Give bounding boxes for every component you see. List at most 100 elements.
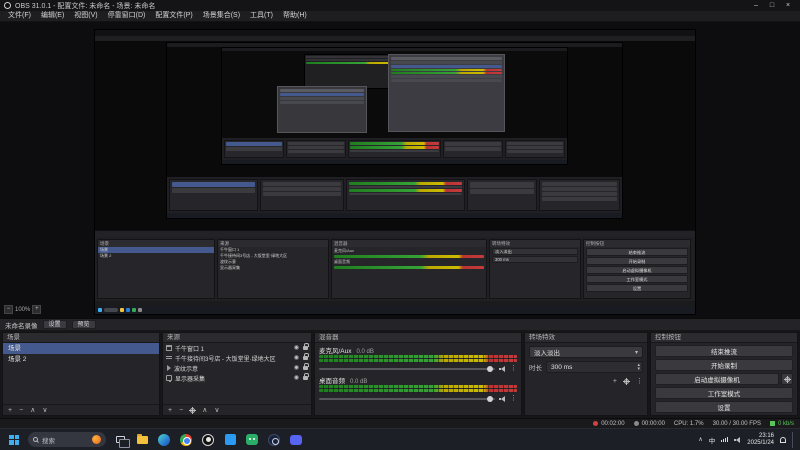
discord-icon xyxy=(290,434,302,445)
sources-dock-title[interactable]: 来源 xyxy=(163,333,311,343)
chrome-button[interactable] xyxy=(178,432,194,448)
menu-scene-collection[interactable]: 场景集合(S) xyxy=(198,11,245,21)
mini-row xyxy=(262,182,342,186)
notification-bell-icon[interactable] xyxy=(780,436,786,443)
menu-profile[interactable]: 配置文件(P) xyxy=(150,11,197,21)
network-icon[interactable] xyxy=(721,437,729,442)
menu-tools[interactable]: 工具(T) xyxy=(245,11,278,21)
menu-view[interactable]: 视图(V) xyxy=(69,11,102,21)
record-button[interactable]: 开始录制 xyxy=(655,359,793,371)
live-dot-icon xyxy=(593,421,599,426)
minimize-button[interactable]: – xyxy=(748,0,764,11)
obs-taskbar-button[interactable] xyxy=(200,432,216,448)
zoom-out-icon[interactable]: − xyxy=(4,305,13,314)
task-view-button[interactable] xyxy=(112,432,130,448)
move-source-down-icon[interactable]: ∨ xyxy=(214,406,219,415)
menu-docks[interactable]: 停靠窗口(D) xyxy=(103,11,151,21)
mute-speaker-icon[interactable] xyxy=(499,365,506,372)
visibility-eye-icon[interactable]: ◉ xyxy=(294,375,299,381)
audio-mixer-dock: 混音器 麦克风/Aux 0.0 dB ⋮ 桌面音频 0.0 dB ⋮ xyxy=(314,332,522,416)
volume-icon[interactable] xyxy=(734,436,741,443)
wechat-button[interactable] xyxy=(244,432,260,448)
maximize-button[interactable]: □ xyxy=(764,0,780,11)
studio-mode-button[interactable]: 工作室模式 xyxy=(655,387,793,399)
file-explorer-button[interactable] xyxy=(134,432,150,448)
mini-row xyxy=(262,187,342,191)
visibility-eye-icon[interactable]: ◉ xyxy=(294,365,299,371)
vscode-icon xyxy=(224,434,236,445)
controls-dock-title[interactable]: 控制按钮 xyxy=(651,333,797,343)
tray-expand-chevron-icon[interactable]: ∧ xyxy=(698,436,702,443)
scene-row-selected[interactable]: 场景 xyxy=(3,343,159,354)
transitions-dock-title[interactable]: 转场特效 xyxy=(525,333,647,343)
close-button[interactable]: × xyxy=(780,0,796,11)
menu-file[interactable]: 文件(F) xyxy=(3,11,36,21)
taskbar-clock[interactable]: 23:16 2025/1/24 xyxy=(747,433,774,447)
source-properties-gear-icon[interactable] xyxy=(189,406,197,414)
mini-transitions-dock xyxy=(443,140,504,158)
move-scene-down-icon[interactable]: ∨ xyxy=(42,406,47,415)
mini-dialog-row xyxy=(280,96,364,100)
mini-row xyxy=(262,192,342,196)
lock-icon[interactable] xyxy=(303,353,309,360)
duration-spinbox[interactable]: 300 ms ▴ ▾ xyxy=(546,361,643,373)
channel-options-icon[interactable]: ⋮ xyxy=(510,395,517,402)
edge-button[interactable] xyxy=(156,432,172,448)
transition-select[interactable]: 淡入淡出 ▾ xyxy=(529,346,643,358)
steam-button[interactable] xyxy=(266,432,282,448)
mini-preview xyxy=(95,41,695,230)
show-desktop-button[interactable] xyxy=(792,431,794,448)
vscode-button[interactable] xyxy=(222,432,238,448)
move-source-up-icon[interactable]: ∧ xyxy=(202,406,207,415)
remove-scene-icon[interactable]: − xyxy=(19,406,23,415)
spin-down-icon[interactable]: ▾ xyxy=(637,367,640,372)
slider-knob[interactable] xyxy=(487,365,493,372)
taskbar-search[interactable]: 搜索 xyxy=(28,432,106,447)
mini-virtual-camera-button: 启动虚拟摄像机 xyxy=(586,266,688,274)
move-scene-up-icon[interactable]: ∧ xyxy=(30,406,35,415)
virtual-camera-config-button[interactable] xyxy=(781,373,793,385)
visibility-eye-icon[interactable]: ◉ xyxy=(294,355,299,361)
zoom-in-icon[interactable]: + xyxy=(32,305,42,314)
source-row[interactable]: 千牛接待间3号店 - 大饭堂里·绿地大区 ◉ xyxy=(163,353,311,363)
transition-properties-gear-icon[interactable] xyxy=(623,378,630,385)
source-row[interactable]: 千牛窗口 1 ◉ xyxy=(163,343,311,353)
source-row[interactable]: 波纹示意 ◉ xyxy=(163,363,311,373)
mini-button xyxy=(507,146,563,149)
input-method-indicator[interactable]: 中 xyxy=(709,435,716,445)
volume-slider[interactable] xyxy=(319,395,495,402)
lock-icon[interactable] xyxy=(303,363,309,370)
add-scene-icon[interactable]: + xyxy=(8,406,12,415)
slider-knob[interactable] xyxy=(487,395,493,402)
scenes-toolbar: + − ∧ ∨ xyxy=(3,404,159,415)
visibility-eye-icon[interactable]: ◉ xyxy=(294,345,299,351)
task-view-icon xyxy=(115,436,130,448)
virtual-camera-button[interactable]: 启动虚拟摄像机 xyxy=(655,373,779,385)
toolbar-settings-button[interactable]: 设置 xyxy=(42,320,67,329)
mute-speaker-icon[interactable] xyxy=(499,395,506,402)
stream-button[interactable]: 结束推流 xyxy=(655,345,793,357)
remove-source-icon[interactable]: − xyxy=(179,406,183,415)
volume-slider[interactable] xyxy=(319,365,495,372)
add-transition-icon[interactable]: + xyxy=(613,377,617,386)
start-button[interactable] xyxy=(6,432,22,448)
menu-edit[interactable]: 编辑(E) xyxy=(36,11,69,21)
scene-row[interactable]: 场景 2 xyxy=(3,354,159,365)
media-source-icon xyxy=(167,365,171,371)
transition-options-icon[interactable]: ⋮ xyxy=(636,378,643,385)
lock-icon[interactable] xyxy=(303,373,309,380)
menu-help[interactable]: 帮助(H) xyxy=(278,11,312,21)
mixer-dock-title[interactable]: 混音器 xyxy=(315,333,521,343)
channel-options-icon[interactable]: ⋮ xyxy=(510,365,517,372)
mini-scene-row: 场景 2 xyxy=(100,253,112,258)
titlebar[interactable]: OBS 31.0.1 - 配置文件: 未命名 - 场景: 未命名 – □ × xyxy=(0,0,800,11)
lock-icon[interactable] xyxy=(303,343,309,350)
scenes-dock-title[interactable]: 场景 xyxy=(3,333,159,343)
discord-button[interactable] xyxy=(288,432,304,448)
add-source-icon[interactable]: + xyxy=(168,406,172,415)
source-row[interactable]: 显示器采集 ◉ xyxy=(163,373,311,383)
mini-mixer-dock xyxy=(346,179,466,211)
toolbar-preview-button[interactable]: 预览 xyxy=(71,320,96,329)
preview-canvas[interactable]: − 100% + 场景 场景 场景 2 来源 千牛窗口 1 千牛接待间3号店 -… xyxy=(0,22,800,318)
settings-button[interactable]: 设置 xyxy=(655,401,793,413)
